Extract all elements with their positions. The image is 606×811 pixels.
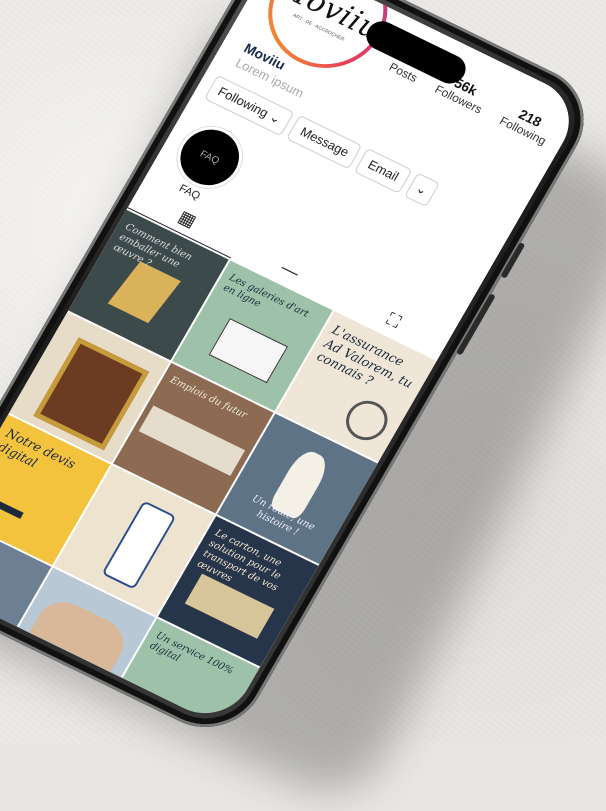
post-artwork — [138, 405, 246, 476]
tagged-icon: ⛶ — [383, 308, 405, 332]
more-button[interactable]: ⌄ — [403, 172, 440, 207]
post-artwork — [0, 552, 4, 640]
post-artwork — [208, 318, 288, 384]
email-button[interactable]: Email — [353, 148, 413, 194]
post-artwork — [101, 500, 177, 590]
post-artwork — [338, 393, 395, 447]
reels-icon: — — [277, 257, 304, 282]
post-artwork — [0, 497, 24, 519]
message-button[interactable]: Message — [286, 115, 363, 170]
stat-following[interactable]: 218 Following — [497, 100, 556, 148]
grid-icon: ▦ — [175, 206, 200, 231]
